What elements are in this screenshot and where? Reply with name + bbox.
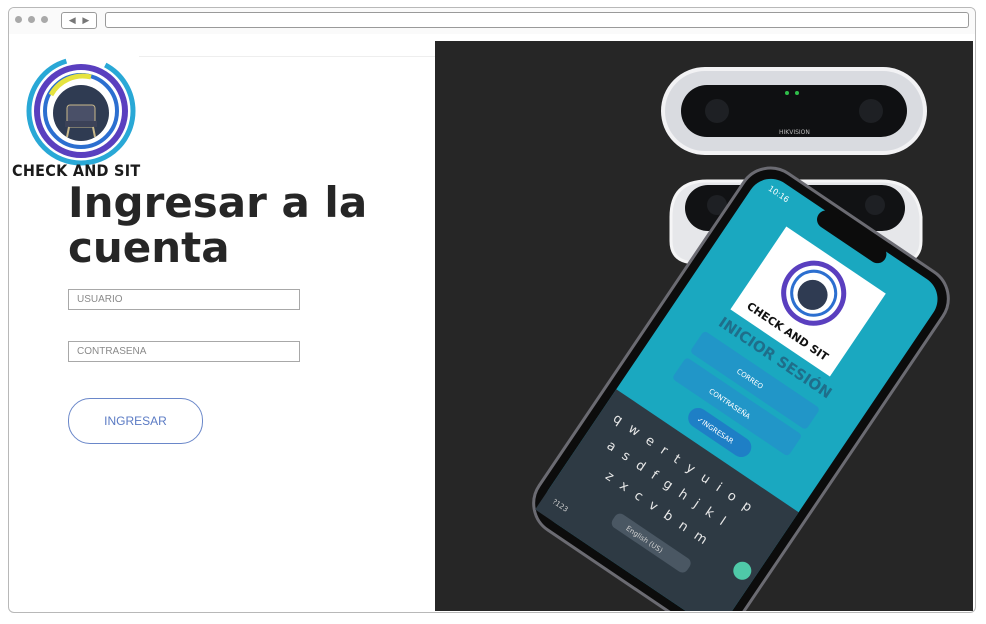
login-button[interactable]: INGRESAR bbox=[68, 398, 203, 444]
address-bar[interactable] bbox=[105, 12, 969, 28]
people-counter-camera: HIKVISION bbox=[661, 67, 927, 155]
page-title: Ingresar a la cuenta bbox=[68, 178, 368, 272]
forward-arrow-icon[interactable]: ▶ bbox=[82, 16, 89, 26]
nav-buttons[interactable]: ◀ ▶ bbox=[61, 12, 97, 29]
browser-toolbar: ◀ ▶ bbox=[9, 8, 975, 34]
username-field[interactable] bbox=[68, 289, 300, 310]
browser-window: ◀ ▶ CHECK AND SIT Ingresar a la cuenta I… bbox=[8, 7, 976, 613]
window-dot-icon[interactable] bbox=[41, 16, 48, 23]
header-divider bbox=[139, 56, 435, 57]
hero-image: HIKVISION HIKVISION 10:16 bbox=[435, 41, 973, 611]
password-field[interactable] bbox=[68, 341, 300, 362]
window-dot-icon[interactable] bbox=[15, 16, 22, 23]
window-dot-icon[interactable] bbox=[28, 16, 35, 23]
device-brand-label: HIKVISION bbox=[779, 129, 810, 136]
back-arrow-icon[interactable]: ◀ bbox=[69, 16, 76, 26]
